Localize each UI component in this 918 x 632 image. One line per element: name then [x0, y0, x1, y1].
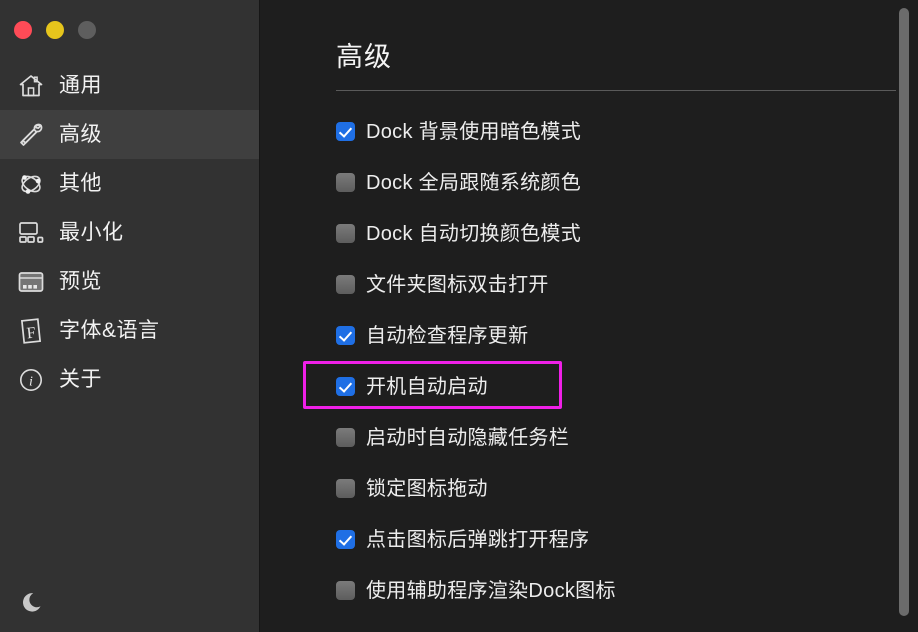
- option-row[interactable]: 自动检查程序更新: [260, 310, 918, 361]
- option-label: 锁定图标拖动: [366, 477, 488, 500]
- sidebar-item-general[interactable]: 通用: [0, 61, 259, 110]
- checkbox[interactable]: [336, 173, 355, 192]
- svg-text:F: F: [26, 324, 37, 342]
- sidebar-item-label: 通用: [59, 74, 102, 97]
- option-label: Dock 背景使用暗色模式: [366, 120, 582, 143]
- checkbox[interactable]: [336, 479, 355, 498]
- checkbox[interactable]: [336, 428, 355, 447]
- sidebar-item-label: 关于: [59, 368, 102, 391]
- option-row[interactable]: Dock 背景使用暗色模式: [260, 106, 918, 157]
- option-label: 点击图标后弹跳打开程序: [366, 528, 590, 551]
- sidebar-item-font-language[interactable]: F 字体&语言: [0, 306, 259, 355]
- checkbox[interactable]: [336, 122, 355, 141]
- checkbox[interactable]: [336, 530, 355, 549]
- option-row[interactable]: [260, 616, 918, 632]
- option-row[interactable]: 锁定图标拖动: [260, 463, 918, 514]
- checkbox[interactable]: [336, 275, 355, 294]
- option-row[interactable]: 文件夹图标双击打开: [260, 259, 918, 310]
- option-row[interactable]: Dock 自动切换颜色模式: [260, 208, 918, 259]
- option-label: 文件夹图标双击打开: [366, 273, 549, 296]
- sidebar-nav: 通用 高级 其他 最小化 预览 F 字体&语言 i 关于: [0, 61, 259, 404]
- dark-mode-moon-icon[interactable]: [18, 586, 50, 618]
- title-divider: [336, 90, 896, 91]
- molecule-icon: [16, 169, 46, 199]
- options-list: Dock 背景使用暗色模式 Dock 全局跟随系统颜色 Dock 自动切换颜色模…: [260, 106, 918, 632]
- sidebar-item-preview[interactable]: 预览: [0, 257, 259, 306]
- minimize-window-icon: [16, 218, 46, 248]
- checkbox[interactable]: [336, 377, 355, 396]
- option-label: Dock 自动切换颜色模式: [366, 222, 582, 245]
- option-row[interactable]: 启动时自动隐藏任务栏: [260, 412, 918, 463]
- sidebar-item-label: 最小化: [59, 221, 124, 244]
- main-content: 高级 Dock 背景使用暗色模式 Dock 全局跟随系统颜色 Dock 自动切换…: [260, 0, 918, 632]
- option-row[interactable]: 点击图标后弹跳打开程序: [260, 514, 918, 565]
- option-row[interactable]: 使用辅助程序渲染Dock图标: [260, 565, 918, 616]
- sidebar-item-advanced[interactable]: 高级: [0, 110, 259, 159]
- traffic-light-controls: [14, 21, 96, 39]
- checkbox[interactable]: [336, 224, 355, 243]
- info-circle-icon: i: [16, 365, 46, 395]
- option-label: 自动检查程序更新: [366, 324, 529, 347]
- option-label: 启动时自动隐藏任务栏: [366, 426, 569, 449]
- sidebar: 通用 高级 其他 最小化 预览 F 字体&语言 i 关于: [0, 0, 260, 632]
- option-label: 使用辅助程序渲染Dock图标: [366, 579, 616, 602]
- zoom-button[interactable]: [78, 21, 96, 39]
- close-button[interactable]: [14, 21, 32, 39]
- sidebar-item-about[interactable]: i 关于: [0, 355, 259, 404]
- sidebar-item-label: 其他: [59, 172, 102, 195]
- minimize-button[interactable]: [46, 21, 64, 39]
- tools-icon: [16, 120, 46, 150]
- vertical-scrollbar[interactable]: [898, 0, 918, 632]
- option-row[interactable]: Dock 全局跟随系统颜色: [260, 157, 918, 208]
- page-title: 高级: [336, 42, 392, 72]
- checkbox[interactable]: [336, 326, 355, 345]
- svg-text:i: i: [29, 374, 33, 389]
- sidebar-item-label: 预览: [59, 270, 102, 293]
- scrollbar-thumb[interactable]: [899, 8, 909, 616]
- sidebar-item-label: 高级: [59, 123, 102, 146]
- font-f-icon: F: [16, 316, 46, 346]
- sidebar-item-minimize[interactable]: 最小化: [0, 208, 259, 257]
- sidebar-item-other[interactable]: 其他: [0, 159, 259, 208]
- home-icon: [16, 71, 46, 101]
- option-label: Dock 全局跟随系统颜色: [366, 171, 582, 194]
- preview-window-icon: [16, 267, 46, 297]
- sidebar-item-label: 字体&语言: [59, 319, 160, 342]
- option-label: 开机自动启动: [366, 375, 488, 398]
- option-row-highlighted[interactable]: 开机自动启动: [260, 361, 918, 412]
- app-window: 通用 高级 其他 最小化 预览 F 字体&语言 i 关于 高级 Dock 背景使…: [0, 0, 918, 632]
- checkbox[interactable]: [336, 581, 355, 600]
